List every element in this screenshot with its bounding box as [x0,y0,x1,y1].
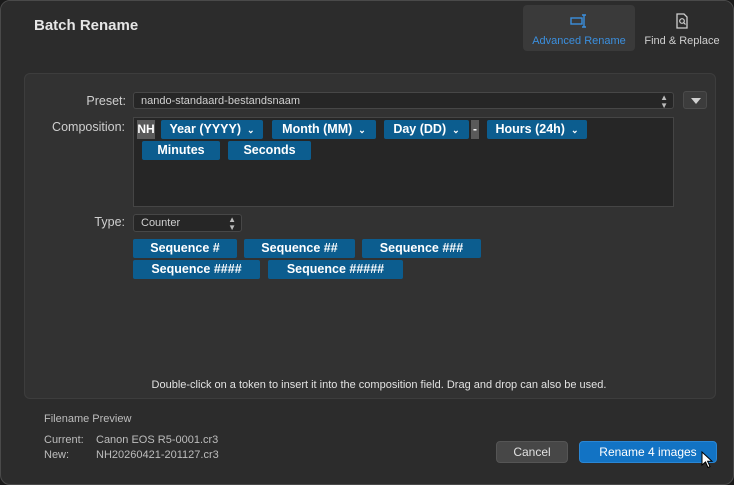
token-minutes[interactable]: Minutes [142,141,220,160]
composition-literal-dash[interactable]: - [471,120,479,139]
preset-menu-button[interactable] [683,91,707,109]
preset-value: nando-standaard-bestandsnaam [141,95,301,107]
rename-button[interactable]: Rename 4 images [579,441,717,463]
tab-find-replace-label: Find & Replace [644,35,720,47]
chevron-down-icon[interactable]: ⌄ [358,125,366,135]
token-month[interactable]: Month (MM) ⌄ [272,120,376,139]
cancel-button[interactable]: Cancel [496,441,568,463]
window-title: Batch Rename [34,17,139,34]
chevron-down-icon[interactable]: ⌄ [247,125,255,135]
token-hours-label: Hours (24h) [495,122,565,136]
token-day[interactable]: Day (DD) ⌄ [384,120,469,139]
type-label: Type: [94,215,125,229]
sequence-token-2[interactable]: Sequence ## [244,239,355,258]
token-seconds[interactable]: Seconds [228,141,311,160]
preset-label: Preset: [86,94,126,108]
type-value: Counter [141,217,181,229]
select-arrows-icon: ▲ ▼ [660,93,668,110]
token-year-label: Year (YYYY) [169,122,242,136]
token-hours[interactable]: Hours (24h) ⌄ [487,120,587,139]
new-filename: NH20260421-201127.cr3 [96,449,219,461]
filename-preview-title: Filename Preview [44,413,132,425]
composition-literal-text[interactable]: NH [137,120,155,139]
chevron-down-icon[interactable]: ⌄ [452,125,460,135]
sequence-token-4[interactable]: Sequence #### [133,260,260,279]
token-day-label: Day (DD) [393,122,447,136]
tab-advanced-rename-label: Advanced Rename [532,35,626,47]
sequence-token-3[interactable]: Sequence ### [362,239,481,258]
current-filename: Canon EOS R5-0001.cr3 [96,434,219,446]
tab-advanced-rename[interactable]: Advanced Rename [523,5,635,51]
new-label: New: [44,449,70,461]
token-month-label: Month (MM) [282,122,353,136]
select-arrows-icon: ▲ ▼ [228,215,236,232]
chevron-down-icon [691,98,701,104]
preset-select[interactable]: nando-standaard-bestandsnaam ▲ ▼ [133,92,674,110]
sequence-token-1[interactable]: Sequence # [133,239,237,258]
current-label: Current: [44,434,84,446]
token-hint-text: Double-click on a token to insert it int… [151,379,607,391]
token-year[interactable]: Year (YYYY) ⌄ [161,120,263,139]
sequence-token-5[interactable]: Sequence ##### [268,260,403,279]
title-bar: Batch Rename Advanced Rename Find & Repl… [1,1,733,55]
type-select[interactable]: Counter ▲ ▼ [133,214,242,232]
composition-label: Composition: [52,120,125,134]
batch-rename-window: Batch Rename Advanced Rename Find & Repl… [0,0,734,485]
mouse-pointer-icon [701,451,714,469]
advanced-rename-icon [570,14,586,28]
chevron-down-icon[interactable]: ⌄ [571,125,579,135]
tab-find-replace[interactable]: Find & Replace [637,5,727,51]
find-replace-icon [676,13,688,29]
